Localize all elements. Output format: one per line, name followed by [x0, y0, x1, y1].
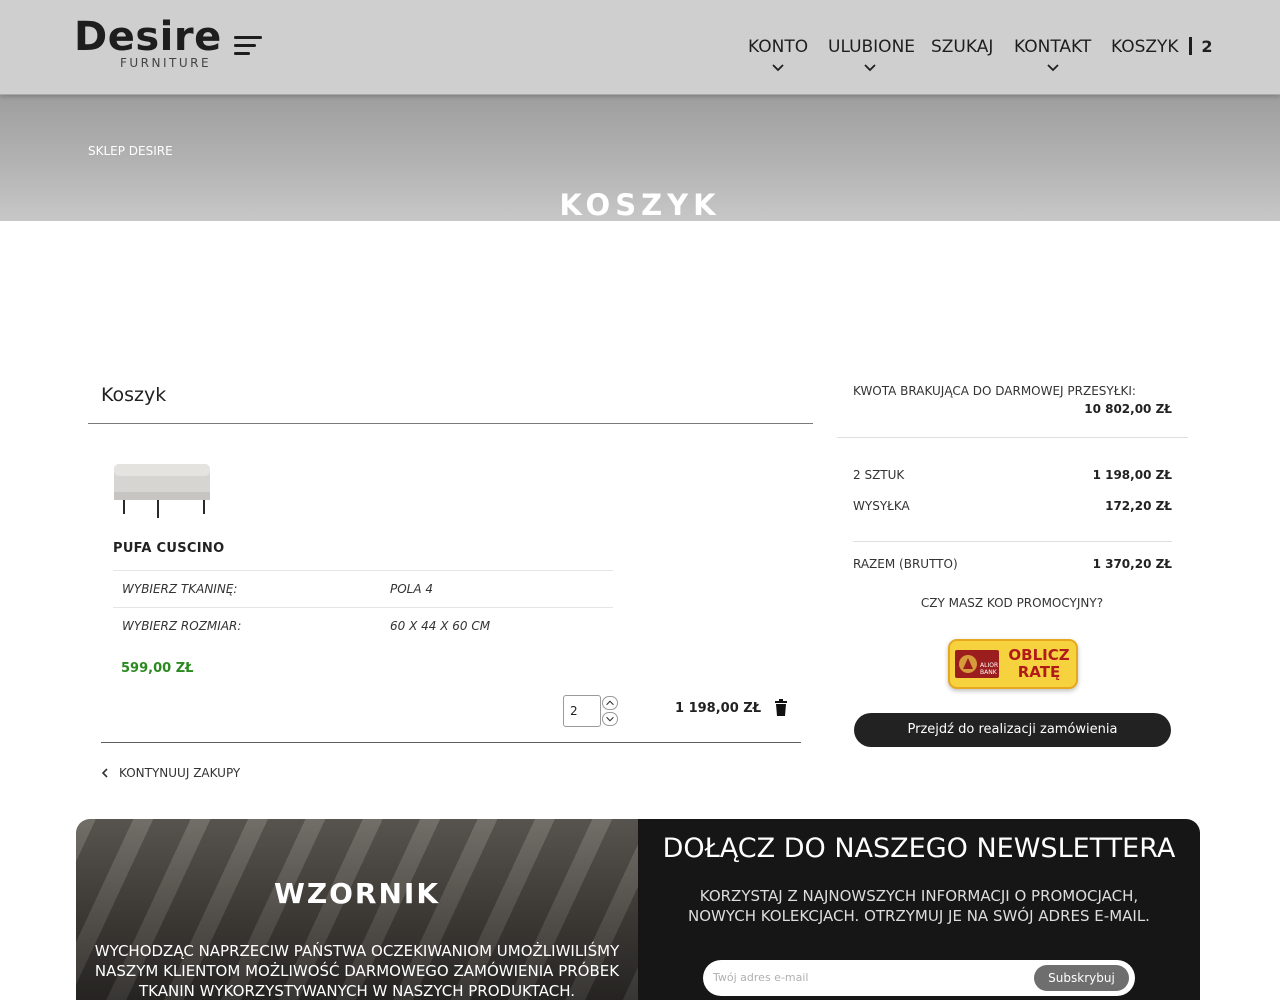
site-header: Desire FURNITURE KONTO ULUBIONE SZUKAJ K…: [0, 0, 1280, 95]
quantity-input[interactable]: 2: [563, 695, 601, 727]
email-placeholder: Twój adres e-mail: [713, 971, 809, 984]
nav-divider: [1188, 37, 1192, 55]
newsletter-description: KORZYSTAJ Z NAJNOWSZYCH INFORMACJI O PRO…: [688, 887, 1150, 925]
product-attribute-row: WYBIERZ ROZMIAR: 60 X 44 X 60 CM: [113, 607, 613, 644]
bank-name: ALIOR BANK: [980, 662, 999, 676]
chevron-down-icon[interactable]: [1047, 62, 1059, 74]
chevron-left-icon: [101, 768, 108, 778]
free-shipping-value: 10 802,00 ZŁ: [1084, 402, 1172, 416]
nav-konto-label: KONTO: [748, 37, 809, 57]
divider: [88, 423, 813, 424]
chevron-down-icon[interactable]: [864, 62, 876, 74]
quantity-increase-icon[interactable]: [602, 696, 618, 710]
nav-szukaj[interactable]: SZUKAJ: [931, 36, 993, 58]
bank-logo-icon: ALIOR BANK: [955, 650, 999, 678]
installment-calculator-button[interactable]: ALIOR BANK OBLICZ RATĘ: [948, 639, 1078, 689]
shipping-value: 172,20 ZŁ: [1105, 499, 1172, 513]
nav-ulubione-label: ULUBIONE: [828, 37, 916, 57]
trash-icon[interactable]: [774, 699, 788, 717]
wzornik-description: WYCHODZĄC NAPRZECIW PAŃSTWA OCZEKIWANIOM…: [94, 942, 620, 1000]
shipping-label: WYSYŁKA: [853, 499, 910, 513]
newsletter-title: DOŁĄCZ DO NASZEGO NEWSLETTERA: [662, 833, 1176, 864]
items-count-label: 2 SZTUK: [853, 468, 905, 482]
line-total: 1 198,00 ZŁ: [675, 701, 762, 716]
cart-count-badge: 2: [1201, 37, 1213, 56]
nav-kontakt-label: KONTAKT: [1014, 37, 1092, 57]
page-hero: SKLEP DESIRE KOSZYK: [0, 95, 1280, 221]
product-name[interactable]: PUFA CUSCINO: [113, 541, 224, 556]
free-shipping-label: KWOTA BRAKUJĄCA DO DARMOWEJ PRZESYŁKI:: [853, 384, 1136, 398]
nav-konto[interactable]: KONTO: [748, 36, 808, 58]
logo[interactable]: Desire FURNITURE: [74, 14, 224, 74]
product-thumbnail[interactable]: [110, 458, 214, 520]
total-label: RAZEM (BRUTTO): [853, 557, 958, 571]
items-subtotal: 1 198,00 ZŁ: [1092, 468, 1172, 482]
divider: [853, 541, 1172, 542]
fabric-samples-banner[interactable]: WZORNIK WYCHODZĄC NAPRZECIW PAŃSTWA OCZE…: [76, 819, 638, 1000]
bank-emblem-icon: [959, 655, 977, 673]
divider: [837, 437, 1188, 438]
nav-kontakt[interactable]: KONTAKT: [1014, 36, 1091, 58]
installment-label: OBLICZ RATĘ: [1008, 646, 1070, 681]
attribute-label: WYBIERZ TKANINĘ:: [122, 582, 238, 596]
nav-koszyk[interactable]: KOSZYK 2: [1111, 36, 1213, 58]
newsletter-email-input[interactable]: Twój adres e-mail Subskrybuj: [703, 960, 1135, 996]
nav-koszyk-label: KOSZYK: [1111, 37, 1179, 57]
divider: [101, 742, 801, 743]
attribute-value: 60 X 44 X 60 CM: [390, 619, 491, 633]
newsletter-section: DOŁĄCZ DO NASZEGO NEWSLETTERA KORZYSTAJ …: [638, 819, 1200, 1000]
logo-wordmark: Desire: [74, 14, 222, 60]
logo-subtitle: FURNITURE: [120, 56, 212, 70]
promo-code-link[interactable]: CZY MASZ KOD PROMOCYJNY?: [853, 596, 1171, 610]
chevron-down-icon[interactable]: [772, 62, 784, 74]
product-attribute-row: WYBIERZ TKANINĘ: POLA 4: [113, 570, 613, 607]
nav-ulubione[interactable]: ULUBIONE: [828, 36, 915, 58]
hamburger-menu-icon[interactable]: [234, 34, 264, 60]
nav-szukaj-label: SZUKAJ: [931, 37, 994, 57]
page-title: KOSZYK: [559, 188, 721, 222]
quantity-decrease-icon[interactable]: [602, 712, 618, 726]
unit-price: 599,00 ZŁ: [121, 661, 194, 676]
attribute-label: WYBIERZ ROZMIAR:: [122, 619, 242, 633]
cart-heading: Koszyk: [101, 384, 167, 406]
subscribe-button[interactable]: Subskrybuj: [1034, 965, 1129, 991]
checkout-button[interactable]: Przejdź do realizacji zamówienia: [854, 713, 1171, 747]
breadcrumb[interactable]: SKLEP DESIRE: [88, 144, 173, 158]
attribute-value: POLA 4: [390, 582, 434, 596]
total-value: 1 370,20 ZŁ: [1092, 557, 1172, 571]
wzornik-title: WZORNIK: [273, 877, 441, 910]
continue-shopping-label: KONTYNUUJ ZAKUPY: [119, 766, 241, 780]
